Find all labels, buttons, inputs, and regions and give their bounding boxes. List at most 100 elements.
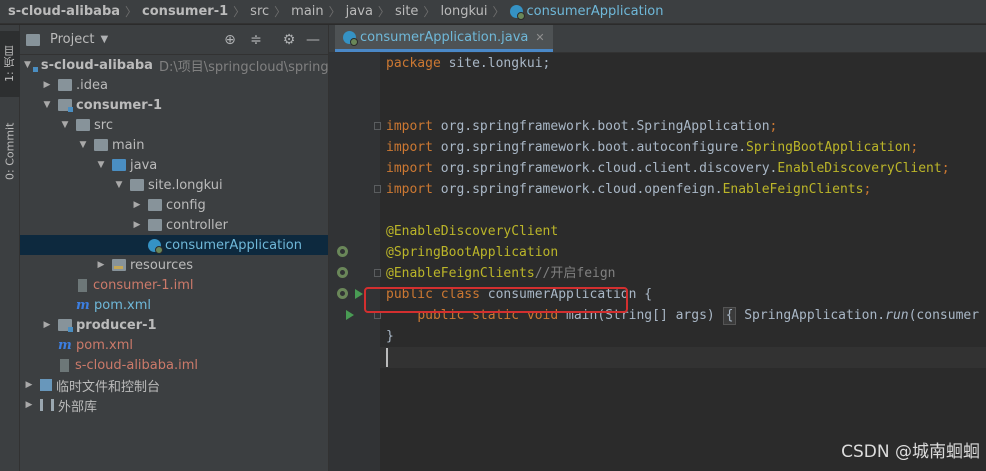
gear-icon[interactable]: ⚙ — [281, 32, 297, 48]
code-area[interactable]: package site.longkui; import org.springf… — [329, 53, 986, 471]
iml-file-icon — [60, 358, 69, 372]
folder-icon — [76, 119, 90, 131]
text-caret — [386, 348, 388, 367]
tree-item-package[interactable]: ▼ site.longkui — [20, 175, 328, 195]
resources-folder-icon — [112, 259, 126, 271]
tree-item-idea[interactable]: ▶ .idea — [20, 75, 328, 95]
fold-marker-icon[interactable] — [374, 185, 381, 193]
run-icon[interactable] — [355, 289, 363, 299]
source-folder-icon — [112, 159, 126, 171]
chevron-right-icon: 〉 — [125, 5, 138, 19]
tree-item-label: src — [94, 117, 113, 133]
breadcrumb: s-cloud-alibaba 〉 consumer-1 〉 src 〉 main 〉 … — [0, 0, 986, 24]
tree-item-external-libraries[interactable]: ▶ 外部库 — [20, 395, 328, 415]
fold-marker-icon[interactable] — [374, 269, 381, 277]
breadcrumb-item[interactable]: consumer-1 — [142, 4, 228, 19]
code-line: @SpringBootApplication — [386, 245, 559, 260]
package-icon — [130, 179, 144, 191]
tree-item-consumer-iml[interactable]: consumer-1.iml — [20, 275, 328, 295]
breadcrumb-item[interactable]: consumerApplication — [527, 4, 664, 19]
module-folder-icon — [58, 319, 73, 332]
chevron-right-icon[interactable]: ▶ — [24, 380, 34, 390]
tree-item-java[interactable]: ▼ java — [20, 155, 328, 175]
code-line: import org.springframework.cloud.openfei… — [386, 182, 872, 197]
folded-block[interactable]: { — [722, 307, 737, 325]
tree-item-controller[interactable]: ▶ controller — [20, 215, 328, 235]
tree-item-label: s-cloud-alibaba — [40, 57, 153, 73]
folder-icon — [58, 79, 72, 91]
breadcrumb-item[interactable]: java — [346, 4, 373, 19]
run-icon[interactable] — [346, 310, 354, 320]
tree-item-consumer-application[interactable]: consumerApplication — [20, 235, 328, 255]
chevron-down-icon[interactable]: ▼ — [96, 160, 106, 170]
tree-item-consumer-pom[interactable]: m pom.xml — [20, 295, 328, 315]
iml-file-icon — [78, 278, 87, 292]
tree-item-root-iml[interactable]: s-cloud-alibaba.iml — [20, 355, 328, 375]
tree-item-label: s-cloud-alibaba.iml — [75, 357, 199, 373]
hide-icon[interactable]: — — [305, 32, 321, 48]
tree-item-resources[interactable]: ▶ resources — [20, 255, 328, 275]
project-panel: Project ▼ ⊕ ≑ ⚙ — ▼ s-cloud-alibaba D:\项… — [20, 25, 329, 471]
tree-item-label: 外部库 — [58, 399, 98, 415]
tree-item-path: D:\项目\springcloud\springclo — [158, 59, 329, 75]
tree-item-label: main — [112, 137, 145, 153]
commit-tool-tab[interactable]: 0: Commit — [0, 109, 20, 193]
tree-item-label: consumer-1 — [76, 97, 163, 113]
project-view-selector[interactable]: Project — [50, 32, 94, 47]
spring-bean-icon[interactable] — [337, 246, 348, 257]
spring-bean-icon[interactable] — [337, 267, 348, 278]
tree-item-label: pom.xml — [94, 297, 151, 313]
tree-item-src[interactable]: ▼ src — [20, 115, 328, 135]
chevron-right-icon[interactable]: ▶ — [42, 320, 52, 330]
tree-item-label: config — [166, 197, 206, 213]
tree-item-config[interactable]: ▶ config — [20, 195, 328, 215]
chevron-right-icon: 〉 — [423, 5, 436, 19]
tree-item-root-pom[interactable]: m pom.xml — [20, 335, 328, 355]
chevron-down-icon[interactable]: ▼ — [42, 100, 52, 110]
tool-window-strip: 1: 项目 0: Commit — [0, 25, 20, 471]
chevron-down-icon[interactable]: ▼ — [60, 120, 70, 130]
chevron-right-icon: 〉 — [274, 5, 287, 19]
chevron-down-icon[interactable]: ▼ — [24, 60, 31, 70]
tab-label: consumerApplication.java — [360, 29, 529, 45]
tree-item-scratches[interactable]: ▶ 临时文件和控制台 — [20, 375, 328, 395]
breadcrumb-item[interactable]: site — [395, 4, 418, 19]
chevron-right-icon: 〉 — [492, 5, 505, 19]
collapse-all-icon[interactable]: ≑ — [248, 32, 264, 48]
chevron-down-icon[interactable]: ▼ — [100, 34, 108, 45]
tree-item-main[interactable]: ▼ main — [20, 135, 328, 155]
chevron-down-icon[interactable]: ▼ — [78, 140, 88, 150]
package-icon — [148, 199, 162, 211]
chevron-right-icon[interactable]: ▶ — [132, 200, 142, 210]
project-tool-tab[interactable]: 1: 项目 — [0, 31, 20, 97]
spring-class-icon — [343, 30, 358, 46]
code-line: import org.springframework.boot.autoconf… — [386, 140, 919, 155]
chevron-right-icon[interactable]: ▶ — [24, 400, 34, 410]
chevron-down-icon[interactable]: ▼ — [114, 180, 124, 190]
tab-consumer-application[interactable]: consumerApplication.java ✕ — [335, 25, 553, 52]
code-line: } — [386, 329, 394, 344]
breadcrumb-item[interactable]: s-cloud-alibaba — [8, 4, 120, 19]
code-line: import org.springframework.cloud.client.… — [386, 161, 950, 176]
chevron-right-icon[interactable]: ▶ — [42, 80, 52, 90]
close-icon[interactable]: ✕ — [535, 31, 544, 44]
chevron-right-icon: 〉 — [377, 5, 390, 19]
chevron-right-icon[interactable]: ▶ — [96, 260, 106, 270]
module-folder-icon — [58, 99, 73, 112]
locate-icon[interactable]: ⊕ — [222, 32, 238, 48]
tree-item-consumer-1[interactable]: ▼ consumer-1 — [20, 95, 328, 115]
breadcrumb-item[interactable]: longkui — [440, 4, 487, 19]
maven-icon: m — [76, 297, 90, 313]
fold-marker-icon[interactable] — [374, 122, 381, 130]
watermark: CSDN @城南蛔蛔 — [841, 442, 980, 462]
maven-icon: m — [58, 337, 72, 353]
breadcrumb-item[interactable]: src — [250, 4, 269, 19]
tree-item-project-root[interactable]: ▼ s-cloud-alibaba D:\项目\springcloud\spri… — [20, 55, 329, 75]
tree-item-label: resources — [130, 257, 194, 273]
chevron-right-icon[interactable]: ▶ — [132, 220, 142, 230]
tree-item-producer-1[interactable]: ▶ producer-1 — [20, 315, 328, 335]
breadcrumb-item[interactable]: main — [291, 4, 323, 19]
tree-item-label: .idea — [76, 77, 108, 93]
tree-item-label: 临时文件和控制台 — [56, 379, 161, 395]
spring-bean-icon[interactable] — [337, 288, 348, 299]
